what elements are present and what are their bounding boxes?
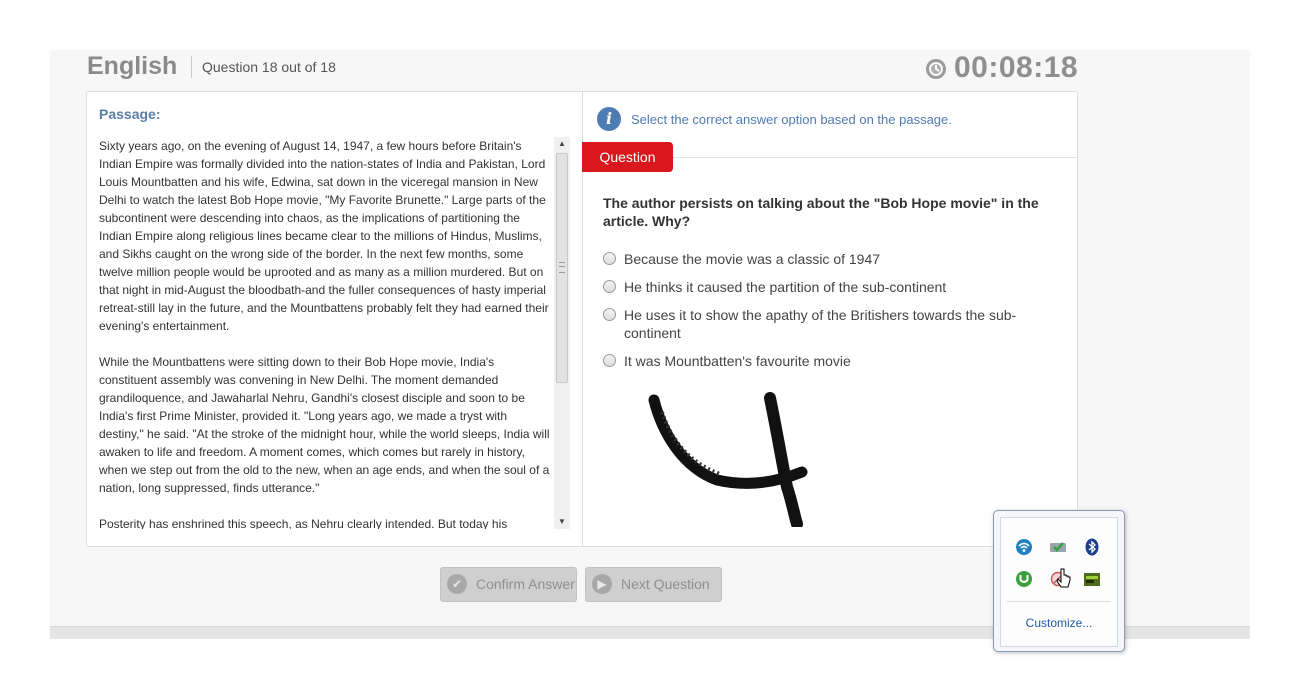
next-question-button[interactable]: ▶ Next Question	[585, 567, 722, 602]
checkmark-icon: ✔	[447, 574, 467, 594]
answer-option[interactable]: He thinks it caused the partition of the…	[603, 278, 1043, 296]
question-tab: Question	[582, 142, 673, 172]
instruction-text: Select the correct answer option based o…	[631, 112, 952, 127]
confirm-answer-label: Confirm Answer	[476, 576, 575, 592]
passage-text[interactable]: Sixty years ago, on the evening of Augus…	[99, 137, 554, 529]
bluetooth-icon[interactable]	[1083, 538, 1101, 556]
option-label: He uses it to show the apathy of the Bri…	[624, 307, 1017, 341]
option-label: It was Mountbatten's favourite movie	[624, 353, 851, 369]
option-label: Because the movie was a classic of 1947	[624, 251, 881, 267]
passage-scrollbar[interactable]: ▲ ▼	[554, 137, 570, 529]
option-label: He thinks it caused the partition of the…	[624, 279, 947, 295]
header-divider	[191, 56, 192, 78]
scroll-down-arrow-icon[interactable]: ▼	[554, 515, 570, 529]
clock-icon	[926, 59, 946, 79]
answer-option[interactable]: It was Mountbatten's favourite movie	[603, 352, 1043, 370]
confirm-answer-button[interactable]: ✔ Confirm Answer	[440, 567, 577, 602]
play-arrow-icon: ▶	[592, 574, 612, 594]
passage-title: Passage:	[99, 106, 161, 122]
question-counter: Question 18 out of 18	[202, 59, 336, 75]
network-check-icon[interactable]	[1049, 538, 1067, 556]
answer-option[interactable]: Because the movie was a classic of 1947	[603, 250, 1043, 268]
radio-button[interactable]	[603, 308, 616, 321]
handwritten-annotation	[648, 392, 808, 527]
countdown-timer: 00:08:18	[954, 51, 1079, 84]
main-panel: Passage: Sixty years ago, on the evening…	[86, 91, 1078, 547]
answer-option[interactable]: He uses it to show the apathy of the Bri…	[603, 306, 1043, 342]
mouse-pointer-icon	[1056, 568, 1071, 588]
passage-paragraph: Sixty years ago, on the evening of Augus…	[99, 139, 549, 333]
scroll-up-arrow-icon[interactable]: ▲	[554, 137, 570, 151]
radio-button[interactable]	[603, 280, 616, 293]
tray-separator	[1007, 601, 1111, 602]
scrollbar-grip-icon	[559, 262, 565, 273]
radio-button[interactable]	[603, 252, 616, 265]
subject-title: English	[87, 52, 178, 80]
customize-link[interactable]: Customize...	[1001, 616, 1117, 630]
utorrent-icon[interactable]	[1015, 570, 1033, 588]
passage-paragraph: While the Mountbattens were sitting down…	[99, 355, 550, 495]
scrollbar-thumb[interactable]	[556, 153, 568, 383]
info-icon: i	[597, 107, 621, 131]
radio-button[interactable]	[603, 354, 616, 367]
passage-paragraph: Posterity has enshrined this speech, as …	[99, 517, 508, 529]
wifi-icon[interactable]	[1015, 538, 1033, 556]
battery-icon[interactable]	[1083, 570, 1101, 588]
question-text: The author persists on talking about the…	[603, 195, 1039, 229]
next-question-label: Next Question	[621, 576, 710, 592]
